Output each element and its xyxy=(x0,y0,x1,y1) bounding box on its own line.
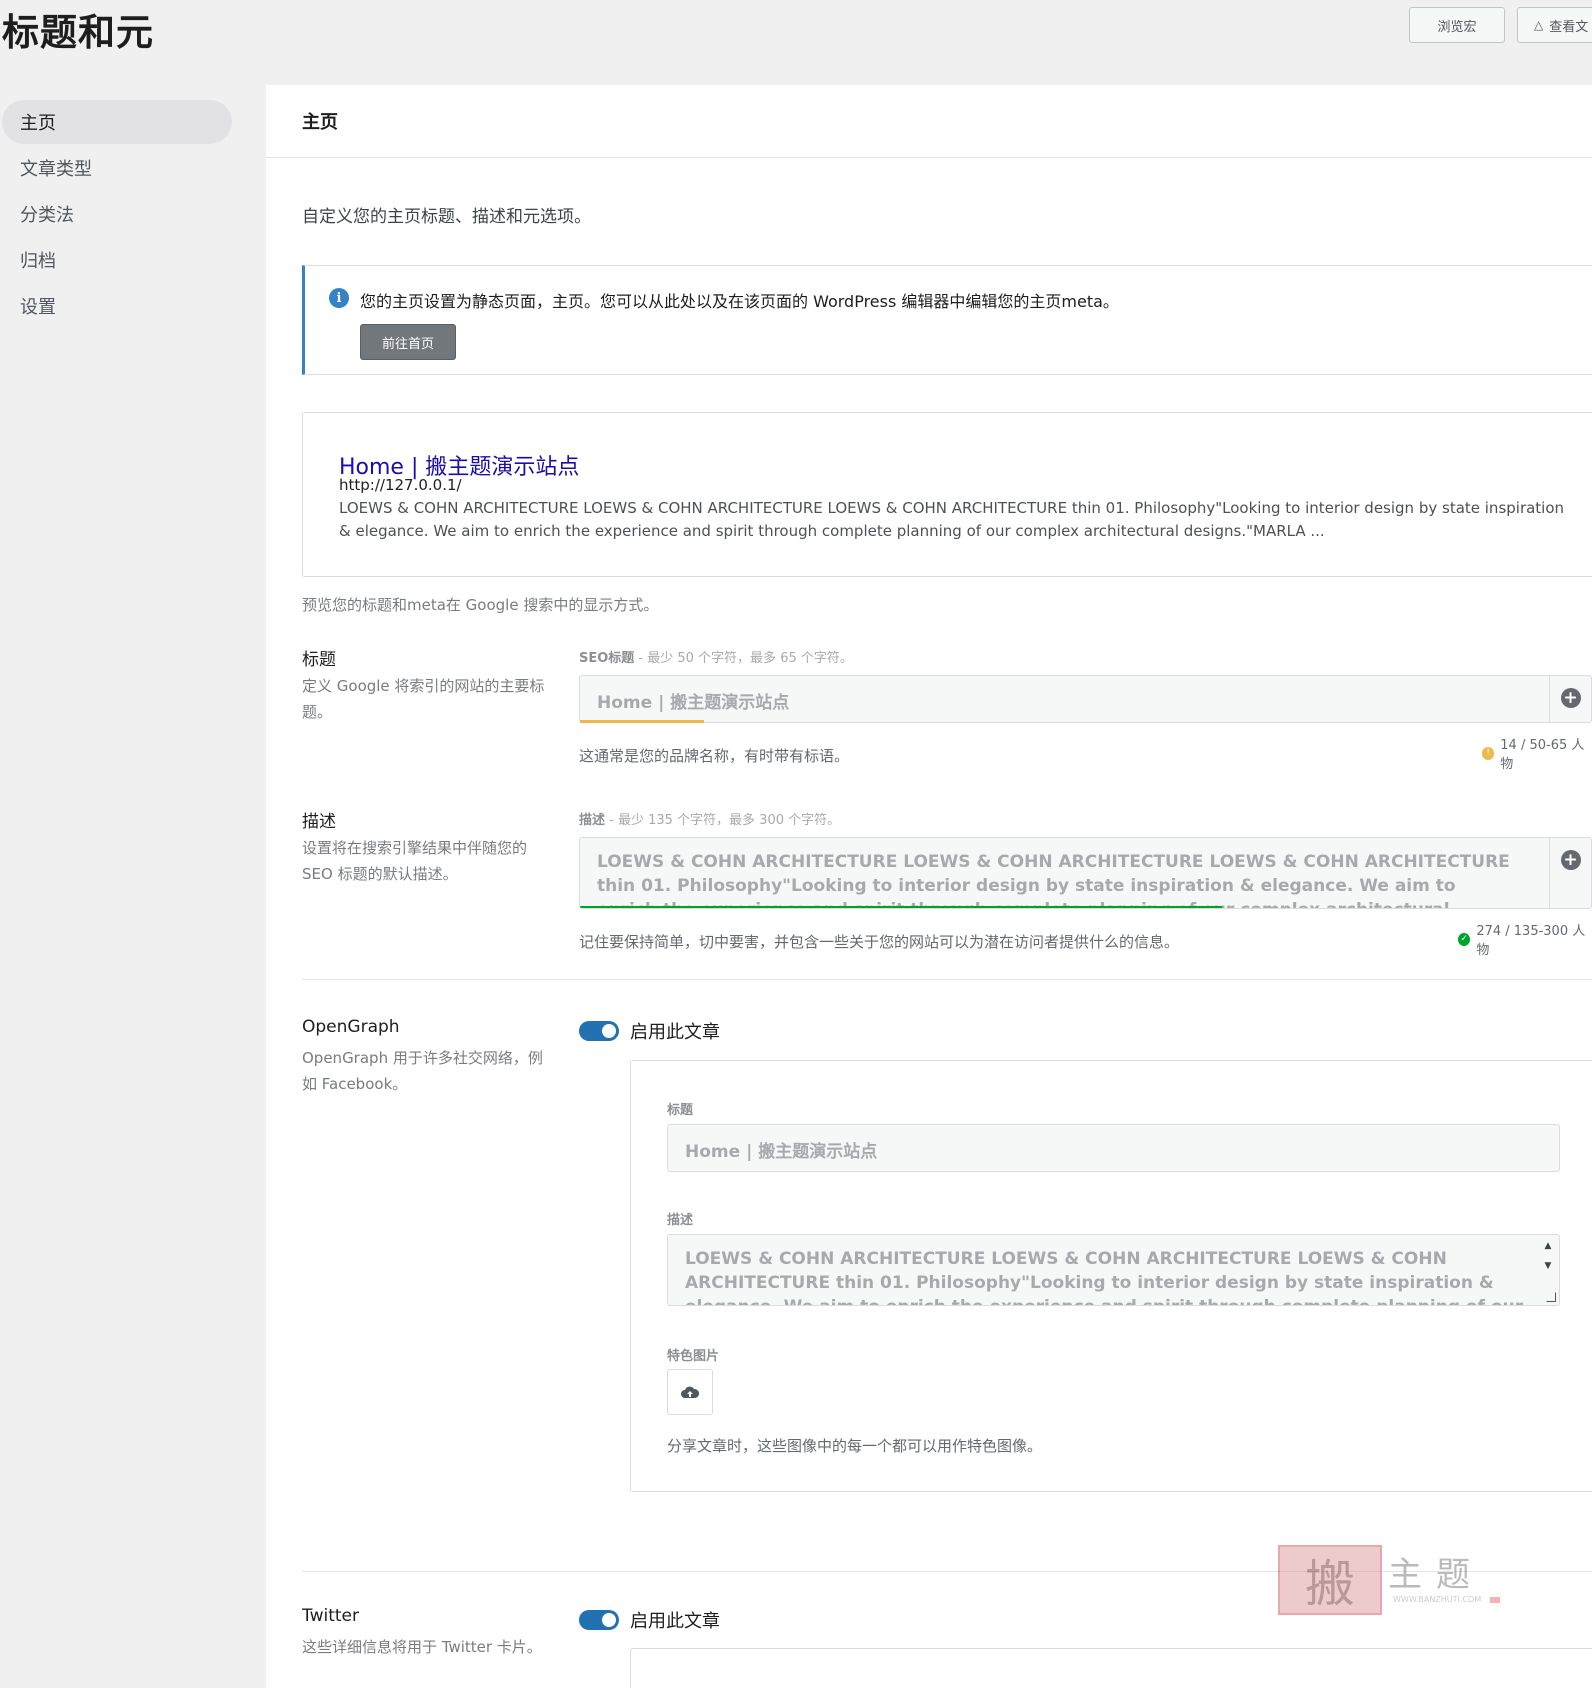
twitter-label: Twitter xyxy=(302,1606,359,1626)
page-title: 标题和元 xyxy=(2,11,154,54)
view-button[interactable]: △ 查看文 xyxy=(1517,7,1592,43)
settings-panel: 主页 自定义您的主页标题、描述和元选项。 i 您的主页设置为静态页面，主页。您可… xyxy=(266,85,1592,1688)
insert-tag-button[interactable]: + xyxy=(1549,676,1591,722)
panel-header: 主页 xyxy=(266,85,1592,158)
twitter-help: 这些详细信息将用于 Twitter 卡片。 xyxy=(302,1638,542,1656)
go-to-homepage-button[interactable]: 前往首页 xyxy=(360,324,456,360)
static-page-notice: i 您的主页设置为静态页面，主页。您可以从此处以及在该页面的 WordPress… xyxy=(302,265,1592,375)
desc-caption-rule: - 最少 135 个字符，最多 300 个字符。 xyxy=(605,813,841,828)
preview-description: LOEWS & COHN ARCHITECTURE LOEWS & COHN A… xyxy=(339,499,1565,540)
sidebar-item-settings[interactable]: 设置 xyxy=(0,284,230,328)
sidebar-item-taxonomies[interactable]: 分类法 xyxy=(0,192,230,236)
plus-icon: + xyxy=(1560,850,1581,870)
desc-hint: 记住要保持简单，切中要害，并包含一些关于您的网站可以为潜在访问者提供什么的信息。 xyxy=(579,933,1180,951)
seo-title-caption-bold: SEO标题 xyxy=(579,651,635,666)
section-divider xyxy=(302,979,1592,980)
graduation-cap-icon: △ xyxy=(1534,18,1544,32)
desc-caption: 描述 - 最少 135 个字符，最多 300 个字符。 xyxy=(579,809,840,828)
google-preview: Home | 搬主题演示站点 http://127.0.0.1/ LOEWS &… xyxy=(302,412,1592,577)
twitter-settings-box xyxy=(630,1648,1592,1688)
insert-tag-button-desc[interactable]: + xyxy=(1549,838,1591,908)
desc-caption-bold: 描述 xyxy=(579,813,606,828)
og-title-value: Home | 搬主题演示站点 xyxy=(685,1142,878,1162)
desc-row-help: 设置将在搜索引擎结果中伴随您的 SEO 标题的默认描述。 xyxy=(302,839,528,883)
desc-row-label: 描述 xyxy=(302,812,336,832)
scroll-down-icon: ▼ xyxy=(1544,1261,1552,1271)
og-desc-caption: 描述 xyxy=(667,1213,694,1228)
check-icon: ✓ xyxy=(1458,932,1471,946)
og-description-value: LOEWS & COHN ARCHITECTURE LOEWS & COHN A… xyxy=(685,1249,1523,1305)
opengraph-toggle-label: 启用此文章 xyxy=(630,1022,720,1043)
desc-counter-text: 274 / 135-300 人物 xyxy=(1476,924,1586,958)
seo-title-input[interactable]: Home | 搬主题演示站点 + xyxy=(579,675,1592,723)
watermark-bar xyxy=(1490,1597,1500,1603)
title-char-counter: ! 14 / 50-65 人物 xyxy=(1482,734,1592,772)
sidebar-item-post-types[interactable]: 文章类型 xyxy=(0,146,230,190)
title-row-label: 标题 xyxy=(302,650,336,670)
title-counter-text: 14 / 50-65 人物 xyxy=(1500,738,1585,772)
seo-title-caption: SEO标题 - 最少 50 个字符，最多 65 个字符。 xyxy=(579,647,853,666)
twitter-toggle[interactable] xyxy=(579,1610,619,1630)
plus-icon: + xyxy=(1560,688,1581,708)
browse-button-label: 浏览宏 xyxy=(1437,19,1477,35)
watermark-url: WWW.BANZHUTI.COM xyxy=(1393,1595,1482,1604)
og-title-caption: 标题 xyxy=(667,1103,694,1118)
sidebar-item-archives[interactable]: 归档 xyxy=(0,238,230,282)
notice-text: 您的主页设置为静态页面，主页。您可以从此处以及在该页面的 WordPress 编… xyxy=(360,292,1119,311)
opengraph-label: OpenGraph xyxy=(302,1017,400,1037)
sidebar: 主页 文章类型 分类法 归档 设置 xyxy=(0,100,240,330)
info-icon: i xyxy=(329,288,349,308)
opengraph-help: OpenGraph 用于许多社交网络，例如 Facebook。 xyxy=(302,1049,543,1093)
twitter-toggle-label: 启用此文章 xyxy=(630,1611,720,1632)
seo-title-value: Home | 搬主题演示站点 xyxy=(597,693,790,713)
title-length-bar xyxy=(580,720,704,723)
seo-description-value: LOEWS & COHN ARCHITECTURE LOEWS & COHN A… xyxy=(597,852,1510,908)
desc-length-bar xyxy=(580,906,1222,908)
opengraph-settings-box: 标题 Home | 搬主题演示站点 描述 LOEWS & COHN ARCHIT… xyxy=(630,1060,1592,1492)
watermark-logo: 搬 主题 WWW.BANZHUTI.COM xyxy=(1278,1545,1508,1615)
view-button-label: 查看文 xyxy=(1549,19,1589,35)
watermark-seal: 搬 xyxy=(1278,1545,1382,1615)
sidebar-item-home[interactable]: 主页 xyxy=(2,100,232,144)
preview-url: http://127.0.0.1/ xyxy=(339,476,462,494)
desc-char-counter: ✓ 274 / 135-300 人物 xyxy=(1458,920,1592,958)
scroll-up-icon: ▲ xyxy=(1544,1241,1552,1251)
cloud-upload-icon xyxy=(681,1386,700,1398)
preview-caption: 预览您的标题和meta在 Google 搜索中的显示方式。 xyxy=(302,596,659,614)
og-title-input[interactable]: Home | 搬主题演示站点 xyxy=(667,1124,1560,1172)
upload-image-button[interactable] xyxy=(667,1369,713,1415)
seo-description-textarea[interactable]: LOEWS & COHN ARCHITECTURE LOEWS & COHN A… xyxy=(579,837,1592,909)
og-image-hint: 分享文章时，这些图像中的每一个都可以用作特色图像。 xyxy=(667,1437,1043,1455)
warning-icon: ! xyxy=(1482,746,1495,760)
opengraph-toggle[interactable] xyxy=(579,1021,619,1041)
intro-text: 自定义您的主页标题、描述和元选项。 xyxy=(302,207,591,227)
og-image-caption: 特色图片 xyxy=(667,1349,720,1364)
watermark-text: 主题 xyxy=(1388,1555,1484,1595)
title-row-help: 定义 Google 将索引的网站的主要标题。 xyxy=(302,677,545,721)
seo-title-caption-rule: - 最少 50 个字符，最多 65 个字符。 xyxy=(634,651,853,666)
og-description-textarea[interactable]: LOEWS & COHN ARCHITECTURE LOEWS & COHN A… xyxy=(667,1234,1560,1306)
title-hint: 这通常是您的品牌名称，有时带有标语。 xyxy=(579,747,850,765)
browse-button[interactable]: 浏览宏 xyxy=(1409,7,1505,43)
